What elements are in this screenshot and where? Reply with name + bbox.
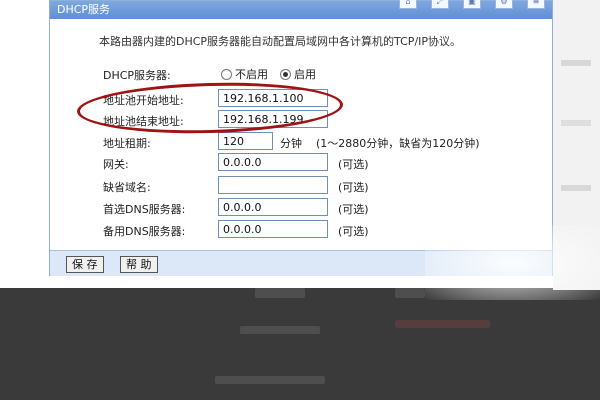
radio-disable-circle[interactable]	[221, 68, 232, 80]
gateway-label: 网关:	[103, 158, 129, 171]
home-icon[interactable]: ⌂	[399, 0, 417, 9]
dhcp-server-label: DHCP服务器:	[103, 69, 171, 82]
blurred-text	[240, 326, 320, 334]
background-page	[0, 288, 600, 400]
radio-enable[interactable]: 启用	[280, 66, 316, 82]
secondary-dns-hint: (可选)	[338, 225, 369, 238]
radio-enable-circle[interactable]	[280, 68, 291, 80]
lease-hint: (1～2880分钟，缺省为120分钟)	[316, 137, 480, 150]
secondary-dns-label: 备用DNS服务器:	[103, 225, 186, 238]
blurred-text	[255, 288, 305, 298]
lease-label: 地址租期:	[103, 137, 151, 150]
radio-disable-label: 不启用	[235, 68, 268, 81]
radio-enable-label: 启用	[294, 68, 316, 81]
save-button[interactable]: 保 存	[66, 256, 104, 273]
domain-input[interactable]	[218, 176, 328, 194]
dhcp-dialog: DHCP服务 ⌂ ⤢ ▣ ⚙ ≡ 本路由器内建的DHCP服务器能自动配置局域网中…	[49, 0, 553, 276]
blurred-text	[395, 320, 490, 328]
background-page-edge	[553, 0, 600, 290]
pool-start-input[interactable]	[218, 89, 328, 107]
primary-dns-label: 首选DNS服务器:	[103, 203, 186, 216]
gateway-input[interactable]	[218, 153, 328, 171]
settings-icon[interactable]: ⚙	[495, 0, 513, 9]
description-text: 本路由器内建的DHCP服务器能自动配置局域网中各计算机的TCP/IP协议。	[99, 35, 462, 48]
domain-label: 缺省域名:	[103, 181, 151, 194]
lease-unit: 分钟	[280, 137, 302, 150]
blurred-text	[215, 376, 325, 384]
pool-start-label: 地址池开始地址:	[103, 94, 184, 107]
primary-dns-input[interactable]	[218, 198, 328, 216]
pool-end-label: 地址池结束地址:	[103, 115, 184, 128]
dialog-footer: 保 存 帮 助	[50, 250, 552, 276]
help-button[interactable]: 帮 助	[120, 256, 158, 273]
expand-icon[interactable]: ⤢	[431, 0, 449, 9]
lease-input[interactable]	[218, 132, 273, 150]
pool-end-input[interactable]	[218, 110, 328, 128]
save-icon[interactable]: ▣	[463, 0, 481, 9]
blurred-text	[395, 288, 425, 298]
gateway-hint: (可选)	[338, 158, 369, 171]
list-icon[interactable]: ≡	[527, 0, 545, 9]
domain-hint: (可选)	[338, 181, 369, 194]
radio-disable[interactable]: 不启用	[221, 66, 268, 82]
dialog-title: DHCP服务	[57, 3, 111, 16]
secondary-dns-input[interactable]	[218, 220, 328, 238]
dialog-header: DHCP服务 ⌂ ⤢ ▣ ⚙ ≡	[50, 0, 552, 19]
primary-dns-hint: (可选)	[338, 203, 369, 216]
